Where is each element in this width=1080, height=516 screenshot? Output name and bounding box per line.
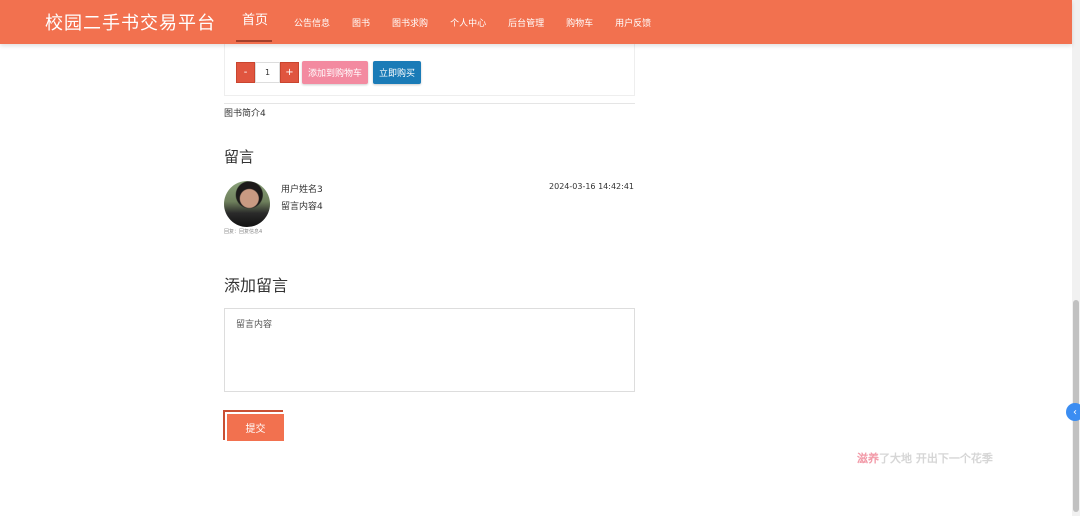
quantity-stepper: - 1 + <box>236 62 299 83</box>
footer-slogan: 滋养了大地 开出下一个花季 <box>857 450 993 466</box>
buy-now-button[interactable]: 立即购买 <box>373 61 421 84</box>
nav-item-announcements[interactable]: 公告信息 <box>294 16 330 29</box>
page-scrollbar[interactable] <box>1072 0 1080 516</box>
purchase-panel: - 1 + 添加到购物车 立即购买 <box>224 44 635 96</box>
slogan-rest: 了大地 开出下一个花季 <box>879 452 993 465</box>
quantity-input[interactable]: 1 <box>255 62 280 83</box>
add-to-cart-button[interactable]: 添加到购物车 <box>302 61 368 84</box>
slogan-highlight: 滋养 <box>857 452 879 465</box>
comment-content: 留言内容4 <box>281 202 323 212</box>
site-title[interactable]: 校园二手书交易平台 <box>45 9 216 35</box>
nav-item-personal-center[interactable]: 个人中心 <box>450 16 486 29</box>
comments-heading: 留言 <box>224 148 255 166</box>
main-nav: 首页 公告信息 图书 图书求购 个人中心 后台管理 购物车 用户反馈 <box>232 0 673 44</box>
comment-timestamp: 2024-03-16 14:42:41 <box>549 182 634 191</box>
comment-textarea[interactable]: 留言内容 <box>224 308 635 392</box>
nav-item-home[interactable]: 首页 <box>232 0 273 44</box>
nav-item-cart[interactable]: 购物车 <box>566 16 593 29</box>
comment-user-name: 用户姓名3 <box>281 185 323 195</box>
chevron-left-icon[interactable]: ‹ <box>1066 403 1080 421</box>
nav-item-feedback[interactable]: 用户反馈 <box>615 16 651 29</box>
decrement-button[interactable]: - <box>236 62 255 83</box>
nav-item-admin[interactable]: 后台管理 <box>508 16 544 29</box>
nav-item-book-requests[interactable]: 图书求购 <box>392 16 428 29</box>
submit-button[interactable]: 提交 <box>227 414 284 441</box>
top-navbar: 校园二手书交易平台 首页 公告信息 图书 图书求购 个人中心 后台管理 购物车 … <box>0 0 1072 44</box>
section-divider <box>224 103 635 104</box>
nav-item-books[interactable]: 图书 <box>352 16 370 29</box>
avatar <box>224 181 270 227</box>
book-intro: 图书简介4 <box>224 109 266 119</box>
increment-button[interactable]: + <box>280 62 299 83</box>
comment-reply: 回复：回复信息4 <box>224 229 263 235</box>
add-comment-heading: 添加留言 <box>224 276 289 295</box>
submit-button-frame: 提交 <box>223 410 284 441</box>
